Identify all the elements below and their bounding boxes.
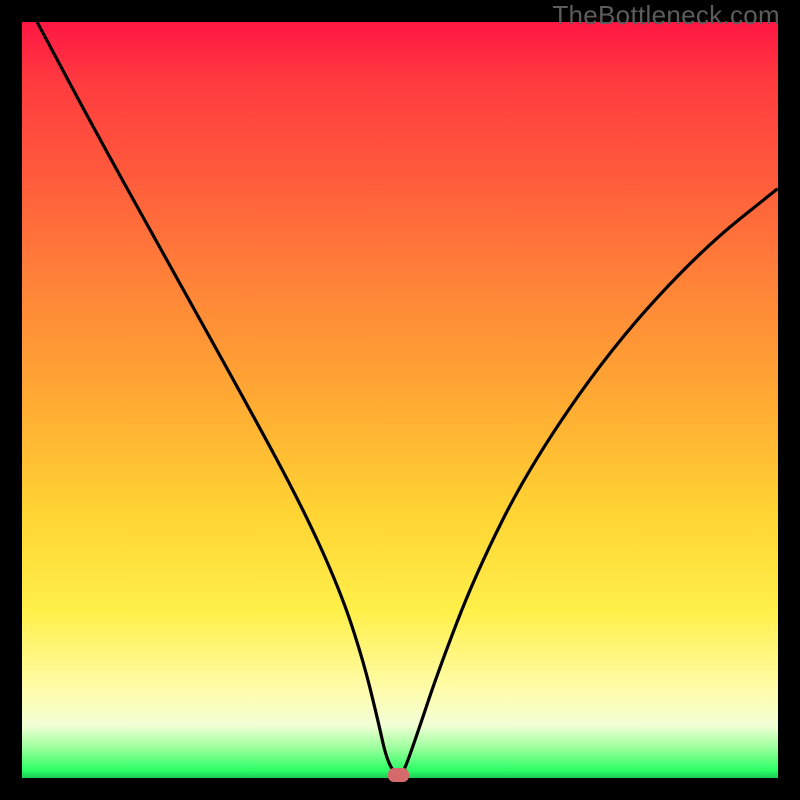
bottleneck-curve-svg [22, 22, 778, 778]
chart-frame: TheBottleneck.com [0, 0, 800, 800]
watermark-text: TheBottleneck.com [552, 0, 780, 31]
optimal-point-marker [388, 768, 409, 782]
bottleneck-curve-path [37, 22, 778, 776]
